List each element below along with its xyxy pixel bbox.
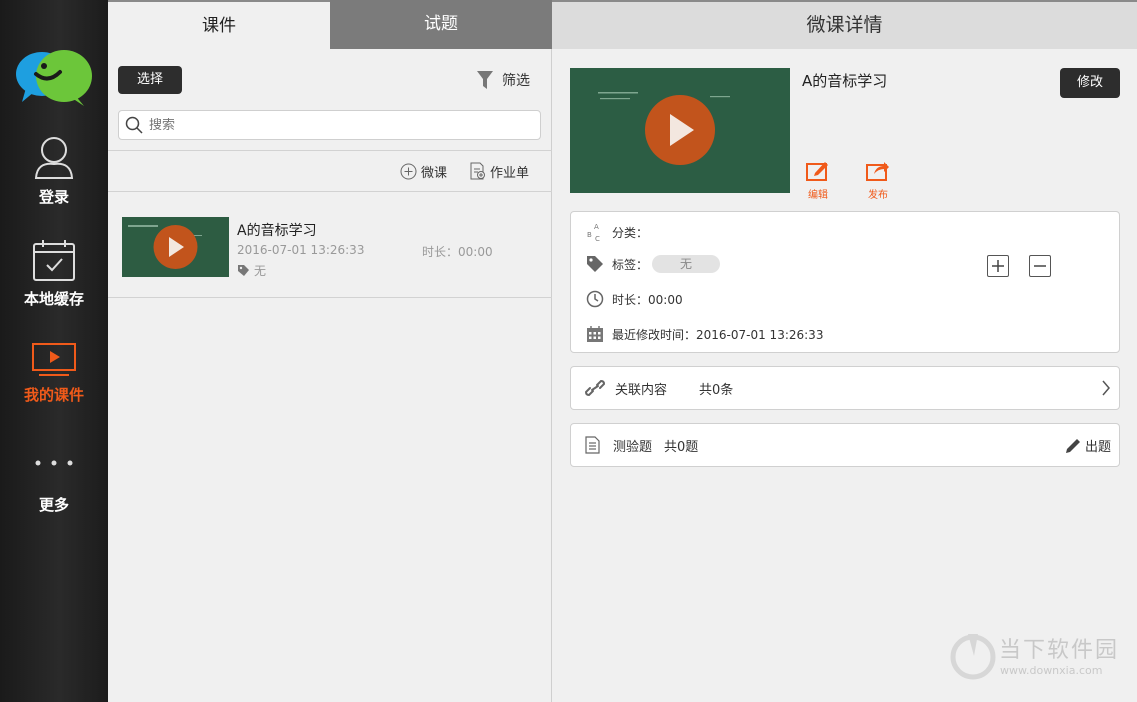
add-tag-button[interactable]: [987, 255, 1009, 277]
related-content-row[interactable]: 关联内容 共0条: [570, 366, 1120, 410]
course-duration: 时长：00:00: [422, 245, 493, 259]
tab-bar: 课件 试题: [108, 0, 552, 49]
detail-panel: 微课详情 A的音标学习 修改 编辑 发布 A B C 分类： 标签： 无 时长：…: [552, 0, 1137, 702]
tag-icon: [238, 265, 249, 276]
filter-label: 筛选: [502, 73, 530, 89]
related-content-label-group: 关联内容 共0条: [585, 367, 733, 409]
watermark-url: www.downxia.com: [1000, 664, 1103, 677]
category-label: 分类：: [612, 225, 649, 240]
sidebar-item-label: 登录: [38, 188, 69, 206]
related-content-label: 关联内容: [615, 382, 668, 398]
sidebar-item-more[interactable]: 更多: [0, 452, 108, 515]
course-date: 2016-07-01 13:26:33: [237, 243, 365, 257]
edit-icon: [806, 162, 828, 181]
quiz-count: 共0题: [664, 439, 699, 455]
publish-button[interactable]: 发布: [858, 160, 898, 201]
add-worksheet-button[interactable]: 作业单: [469, 161, 529, 181]
search-input[interactable]: [149, 117, 529, 133]
abc-icon: A B C: [587, 223, 600, 242]
sidebar-item-login[interactable]: 登录: [0, 134, 108, 207]
related-content-count: 共0条: [699, 382, 734, 398]
watermark: 当下软件园 www.downxia.com: [950, 630, 1120, 680]
tag-icon: [587, 256, 603, 272]
pencil-icon: [1065, 438, 1080, 453]
divider: [108, 297, 552, 298]
tag-value[interactable]: 无: [652, 255, 721, 273]
add-micro-lesson-label: 微课: [421, 165, 448, 181]
course-list-item[interactable]: A的音标学习 2016-07-01 13:26:33 时长：00:00 无: [108, 200, 552, 290]
divider: [108, 150, 552, 151]
make-quiz-button[interactable]: 出题: [1064, 436, 1111, 455]
make-quiz-label: 出题: [1084, 440, 1111, 455]
modified-value: 最近修改时间：2016-07-01 13:26:33: [612, 327, 824, 342]
modified-row: 最近修改时间：2016-07-01 13:26:33: [586, 325, 823, 343]
add-worksheet-label: 作业单: [490, 165, 530, 181]
info-card: A B C 分类： 标签： 无 时长：00:00 最近修改时间：2016-07-…: [570, 211, 1120, 353]
course-tag: 无: [237, 262, 266, 279]
sidebar-item-label: 我的课件: [23, 386, 84, 404]
tag-row: 标签： 无: [586, 255, 721, 273]
worksheet-icon: [470, 162, 485, 180]
detail-title: A的音标学习: [802, 72, 888, 90]
remove-tag-button[interactable]: [1029, 255, 1051, 277]
watermark-logo-icon: [950, 634, 996, 680]
clock-icon: [586, 290, 604, 308]
edit-button[interactable]: 编辑: [798, 160, 838, 201]
course-tag-value: 无: [254, 264, 267, 278]
filter-icon: [477, 71, 493, 89]
course-title: A的音标学习: [237, 223, 317, 239]
add-micro-lesson-button[interactable]: 微课: [400, 161, 447, 181]
calendar-icon: [587, 326, 603, 342]
divider: [108, 191, 552, 192]
quiz-row: 测验题 共0题 出题: [570, 423, 1120, 467]
svg-text:A: A: [594, 223, 599, 231]
app-logo: [16, 50, 92, 106]
modify-button[interactable]: 修改: [1060, 68, 1120, 98]
course-thumbnail: [122, 217, 229, 277]
more-dots-icon: [35, 460, 73, 466]
search-box: [118, 110, 541, 140]
chevron-right-icon: [1102, 380, 1110, 396]
edit-label: 编辑: [808, 190, 828, 201]
video-preview[interactable]: [570, 68, 790, 193]
tag-label: 标签：: [612, 257, 649, 272]
quiz-label-group: 测验题 共0题: [585, 424, 698, 466]
sidebar-item-local-cache[interactable]: 本地缓存: [0, 238, 108, 309]
sidebar-item-label: 更多: [38, 496, 69, 514]
filter-button[interactable]: 筛选: [476, 68, 530, 92]
user-icon: [34, 137, 74, 179]
sidebar-item-label: 本地缓存: [23, 290, 84, 308]
document-icon: [585, 436, 600, 454]
tab-questions[interactable]: 试题: [330, 0, 552, 49]
plus-circle-icon: [400, 163, 417, 179]
courseware-panel: 课件 试题 选择 筛选 微课 作业单: [108, 0, 552, 702]
play-screen-icon: [32, 343, 76, 376]
watermark-text: 当下软件园: [999, 638, 1120, 663]
search-icon: [125, 116, 143, 134]
detail-header: 微课详情: [552, 0, 1137, 49]
duration-value: 时长：00:00: [612, 292, 683, 307]
plus-icon: [992, 260, 1004, 272]
publish-label: 发布: [868, 190, 888, 201]
sidebar-item-my-courseware[interactable]: 我的课件: [0, 342, 108, 405]
category-row: A B C 分类：: [586, 222, 648, 242]
select-button[interactable]: 选择: [118, 66, 182, 94]
link-icon: [585, 379, 605, 397]
minus-icon: [1034, 265, 1046, 267]
svg-text:C: C: [595, 235, 600, 242]
svg-text:B: B: [587, 231, 592, 239]
duration-row: 时长：00:00: [586, 290, 683, 308]
calendar-check-icon: [33, 240, 75, 281]
sidebar: 登录 本地缓存 我的课件 更多: [0, 0, 108, 702]
quiz-label: 测验题: [613, 439, 653, 455]
tab-courseware[interactable]: 课件: [108, 0, 330, 49]
share-icon: [866, 162, 889, 181]
